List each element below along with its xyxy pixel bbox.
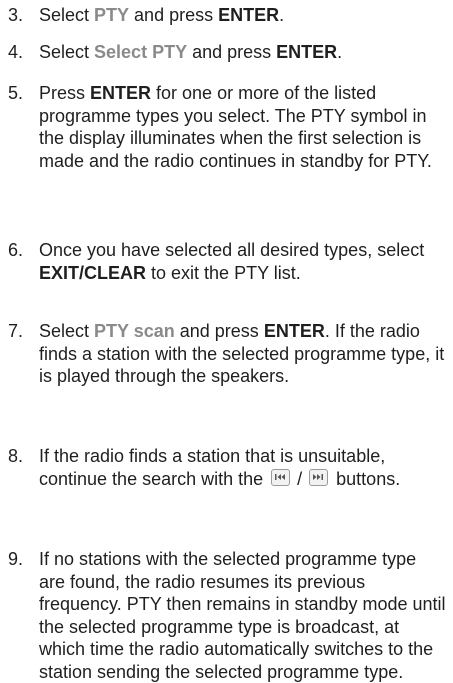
text-run: and press — [187, 42, 277, 62]
button-name-text: ENTER — [218, 5, 280, 25]
text-run: . — [337, 42, 343, 62]
text-run: buttons. — [331, 468, 401, 489]
button-name-text: ENTER — [90, 83, 152, 103]
step-text: Select PTY and press ENTER. — [39, 4, 447, 27]
step-text: If the radio finds a station that is uns… — [39, 445, 447, 490]
seek-back-icon — [271, 469, 291, 487]
menu-option-text: PTY scan — [94, 321, 175, 341]
step-text: Once you have selected all desired types… — [39, 239, 447, 284]
button-name-text: EXIT/CLEAR — [39, 262, 147, 283]
button-name-text: ENTER — [263, 321, 325, 341]
step-number: 9. — [8, 549, 24, 569]
text-run: If no stations with the selected program… — [39, 549, 446, 682]
button-name-text: ENTER — [276, 42, 338, 62]
menu-option-text: PTY — [94, 5, 130, 25]
step-number: 7. — [8, 321, 24, 341]
text-run: to exit the PTY list. — [146, 262, 301, 283]
text-run: Select — [39, 42, 95, 62]
text-run: and press — [174, 321, 264, 341]
text-run: Select — [39, 321, 95, 341]
step-number: 8. — [8, 446, 24, 466]
step-number: 3. — [8, 5, 24, 25]
step-text: Select PTY scan and press ENTER. If the … — [39, 320, 447, 388]
step-number: 4. — [8, 42, 24, 62]
text-run: . — [279, 5, 285, 25]
step-number: 6. — [8, 240, 24, 260]
seek-forward-icon — [309, 469, 329, 487]
step-text: Select Select PTY and press ENTER. — [39, 41, 447, 64]
text-run: Press — [39, 83, 91, 103]
step-number: 5. — [8, 83, 24, 103]
separator-text: / — [297, 468, 303, 489]
text-run: Select — [39, 5, 95, 25]
instruction-document: 3. Select PTY and press ENTER. 4. Select Se… — [0, 0, 453, 682]
text-run: Once you have selected all desired types… — [39, 240, 425, 260]
step-text: Press ENTER for one or more of the liste… — [39, 82, 447, 172]
text-run: and press — [129, 5, 219, 25]
menu-option-text: Select PTY — [94, 42, 188, 62]
